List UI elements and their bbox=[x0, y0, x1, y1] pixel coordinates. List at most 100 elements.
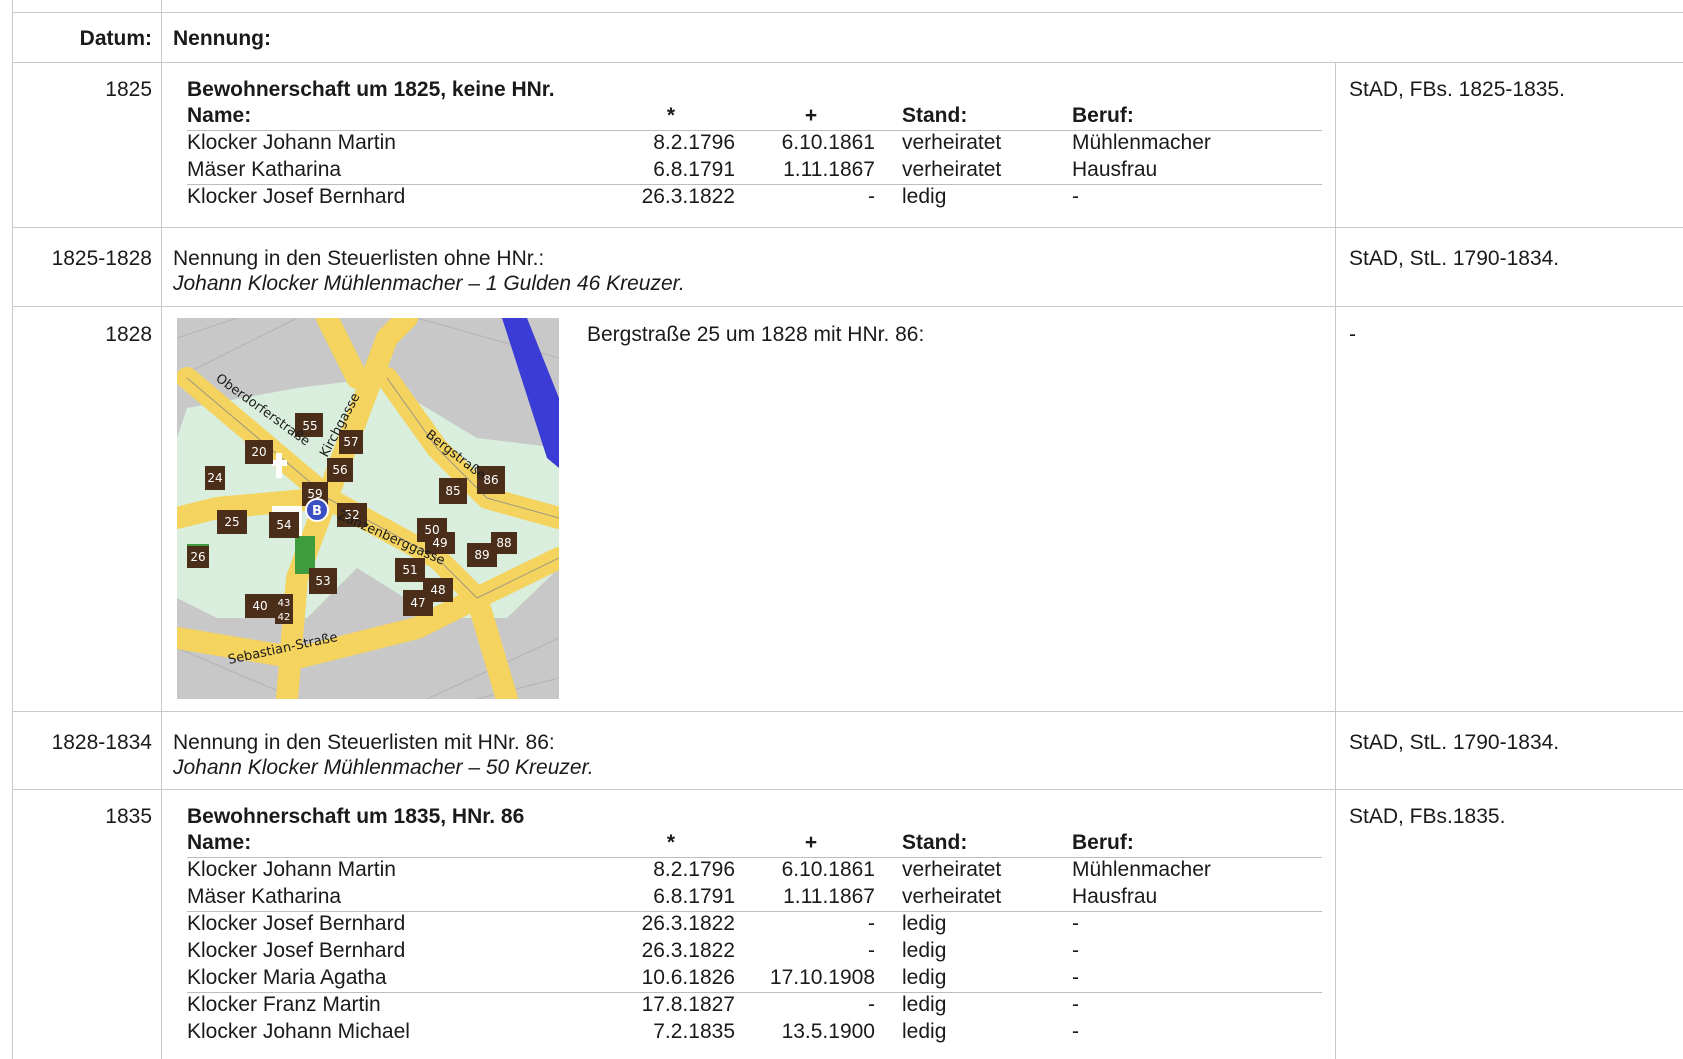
person-beruf: - bbox=[1072, 185, 1079, 208]
map-house-number: 43 bbox=[278, 598, 291, 609]
tax-list-note: Nennung in den Steuerlisten ohne HNr.: bbox=[173, 247, 545, 270]
row-divider bbox=[12, 227, 1683, 228]
column-divider-source bbox=[1335, 62, 1336, 1059]
table-row: Klocker Franz Martin 17.8.1827 - ledig - bbox=[187, 993, 1322, 1020]
row-divider bbox=[12, 62, 1683, 63]
source-1825: StAD, FBs. 1825-1835. bbox=[1349, 78, 1565, 101]
person-death: 1.11.1867 bbox=[783, 885, 875, 908]
row-date-1835: 1835 bbox=[105, 805, 152, 828]
map-house-number: 40 bbox=[252, 599, 267, 613]
person-name: Klocker Franz Martin bbox=[187, 993, 381, 1016]
person-birth: 10.6.1826 bbox=[641, 966, 735, 989]
map-house-number: 89 bbox=[474, 548, 489, 562]
person-beruf: - bbox=[1072, 939, 1079, 962]
source-1828: - bbox=[1349, 323, 1356, 346]
person-name: Mäser Katharina bbox=[187, 885, 342, 908]
person-beruf: Hausfrau bbox=[1072, 158, 1158, 181]
person-birth: 6.8.1791 bbox=[653, 885, 735, 908]
person-birth: 17.8.1827 bbox=[641, 993, 735, 1016]
person-stand: ledig bbox=[902, 993, 947, 1016]
tax-list-note: Nennung in den Steuerlisten mit HNr. 86: bbox=[173, 731, 555, 754]
row-divider bbox=[12, 789, 1683, 790]
person-death: 13.5.1900 bbox=[781, 1020, 875, 1043]
map-house-number: 47 bbox=[410, 596, 425, 610]
person-beruf: Hausfrau bbox=[1072, 885, 1158, 908]
col-birth: * bbox=[666, 104, 676, 127]
map-house-number: 50 bbox=[424, 523, 439, 537]
person-death: - bbox=[868, 993, 875, 1016]
person-death: 17.10.1908 bbox=[769, 966, 875, 989]
map-house-number: 20 bbox=[251, 445, 266, 459]
person-name: Klocker Johann Michael bbox=[187, 1020, 410, 1043]
row-date-1825-1828: 1825-1828 bbox=[51, 247, 152, 270]
map-house-number: 86 bbox=[483, 473, 498, 487]
person-stand: ledig bbox=[902, 939, 947, 962]
col-name: Name: bbox=[187, 104, 252, 127]
person-beruf: - bbox=[1072, 966, 1079, 989]
person-stand: ledig bbox=[902, 1020, 947, 1043]
header-datum: Datum: bbox=[79, 27, 152, 50]
person-stand: verheiratet bbox=[902, 858, 1002, 881]
map-illustration: 55 57 20 56 24 59 86 85 52 25 54 50 49 8… bbox=[177, 318, 559, 699]
historic-map: 55 57 20 56 24 59 86 85 52 25 54 50 49 8… bbox=[177, 318, 559, 699]
table-row: Klocker Maria Agatha 10.6.1826 17.10.190… bbox=[187, 966, 1322, 993]
person-birth: 7.2.1835 bbox=[653, 1020, 735, 1043]
person-birth: 26.3.1822 bbox=[641, 912, 735, 935]
person-death: 1.11.1867 bbox=[783, 158, 875, 181]
col-death: + bbox=[804, 831, 818, 854]
map-house-number: 49 bbox=[432, 536, 447, 550]
map-house-number: 88 bbox=[496, 536, 511, 550]
source-1828-1834: StAD, StL. 1790-1834. bbox=[1349, 731, 1560, 754]
person-birth: 26.3.1822 bbox=[641, 939, 735, 962]
map-house-number: 56 bbox=[332, 463, 347, 477]
person-beruf: Mühlenmacher bbox=[1072, 858, 1211, 881]
table-header-row: Name: * + Stand: Beruf: bbox=[187, 831, 1322, 858]
map-house-number: 54 bbox=[276, 518, 291, 532]
person-name: Klocker Josef Bernhard bbox=[187, 912, 406, 935]
map-marker-label: B bbox=[312, 504, 322, 519]
person-birth: 8.2.1796 bbox=[653, 858, 735, 881]
person-name: Klocker Johann Martin bbox=[187, 131, 396, 154]
person-stand: ledig bbox=[902, 966, 947, 989]
person-birth: 8.2.1796 bbox=[653, 131, 735, 154]
person-stand: ledig bbox=[902, 185, 947, 208]
person-stand: verheiratet bbox=[902, 158, 1002, 181]
row-date-1825: 1825 bbox=[105, 78, 152, 101]
col-beruf: Beruf: bbox=[1072, 831, 1134, 854]
map-house-number: 85 bbox=[445, 484, 460, 498]
col-birth: * bbox=[666, 831, 676, 854]
map-house-number: 53 bbox=[315, 574, 330, 588]
col-beruf: Beruf: bbox=[1072, 104, 1134, 127]
person-beruf: - bbox=[1072, 993, 1079, 1016]
person-beruf: Mühlenmacher bbox=[1072, 131, 1211, 154]
map-house-number: 57 bbox=[343, 435, 358, 449]
person-stand: ledig bbox=[902, 912, 947, 935]
table-border-left bbox=[12, 0, 13, 1059]
person-birth: 6.8.1791 bbox=[653, 158, 735, 181]
person-death: 6.10.1861 bbox=[781, 131, 875, 154]
map-house-number: 25 bbox=[224, 515, 239, 529]
tax-list-entry: Johann Klocker Mühlenmacher – 1 Gulden 4… bbox=[173, 272, 685, 295]
residents-title-1835: Bewohnerschaft um 1835, HNr. 86 bbox=[187, 805, 525, 828]
column-divider-date bbox=[161, 0, 162, 1059]
person-death: - bbox=[868, 912, 875, 935]
source-1835: StAD, FBs.1835. bbox=[1349, 805, 1506, 828]
person-death: 6.10.1861 bbox=[781, 858, 875, 881]
person-name: Klocker Josef Bernhard bbox=[187, 939, 406, 962]
row-date-1828-1834: 1828-1834 bbox=[51, 731, 152, 754]
col-stand: Stand: bbox=[902, 104, 968, 127]
residents-table-1825: Name: * + Stand: Beruf: Klocker Johann M… bbox=[187, 104, 1322, 212]
table-row: Mäser Katharina 6.8.1791 1.11.1867 verhe… bbox=[187, 158, 1322, 185]
source-1825-1828: StAD, StL. 1790-1834. bbox=[1349, 247, 1560, 270]
person-birth: 26.3.1822 bbox=[641, 185, 735, 208]
person-name: Klocker Johann Martin bbox=[187, 858, 396, 881]
map-house-number: 42 bbox=[278, 612, 291, 623]
person-beruf: - bbox=[1072, 1020, 1079, 1043]
person-stand: verheiratet bbox=[902, 885, 1002, 908]
table-header-row: Name: * + Stand: Beruf: bbox=[187, 104, 1322, 131]
person-death: - bbox=[868, 185, 875, 208]
table-row: Klocker Johann Martin 8.2.1796 6.10.1861… bbox=[187, 131, 1322, 158]
map-house-number: 51 bbox=[402, 563, 417, 577]
person-death: - bbox=[868, 939, 875, 962]
map-caption: Bergstraße 25 um 1828 mit HNr. 86: bbox=[587, 323, 925, 346]
